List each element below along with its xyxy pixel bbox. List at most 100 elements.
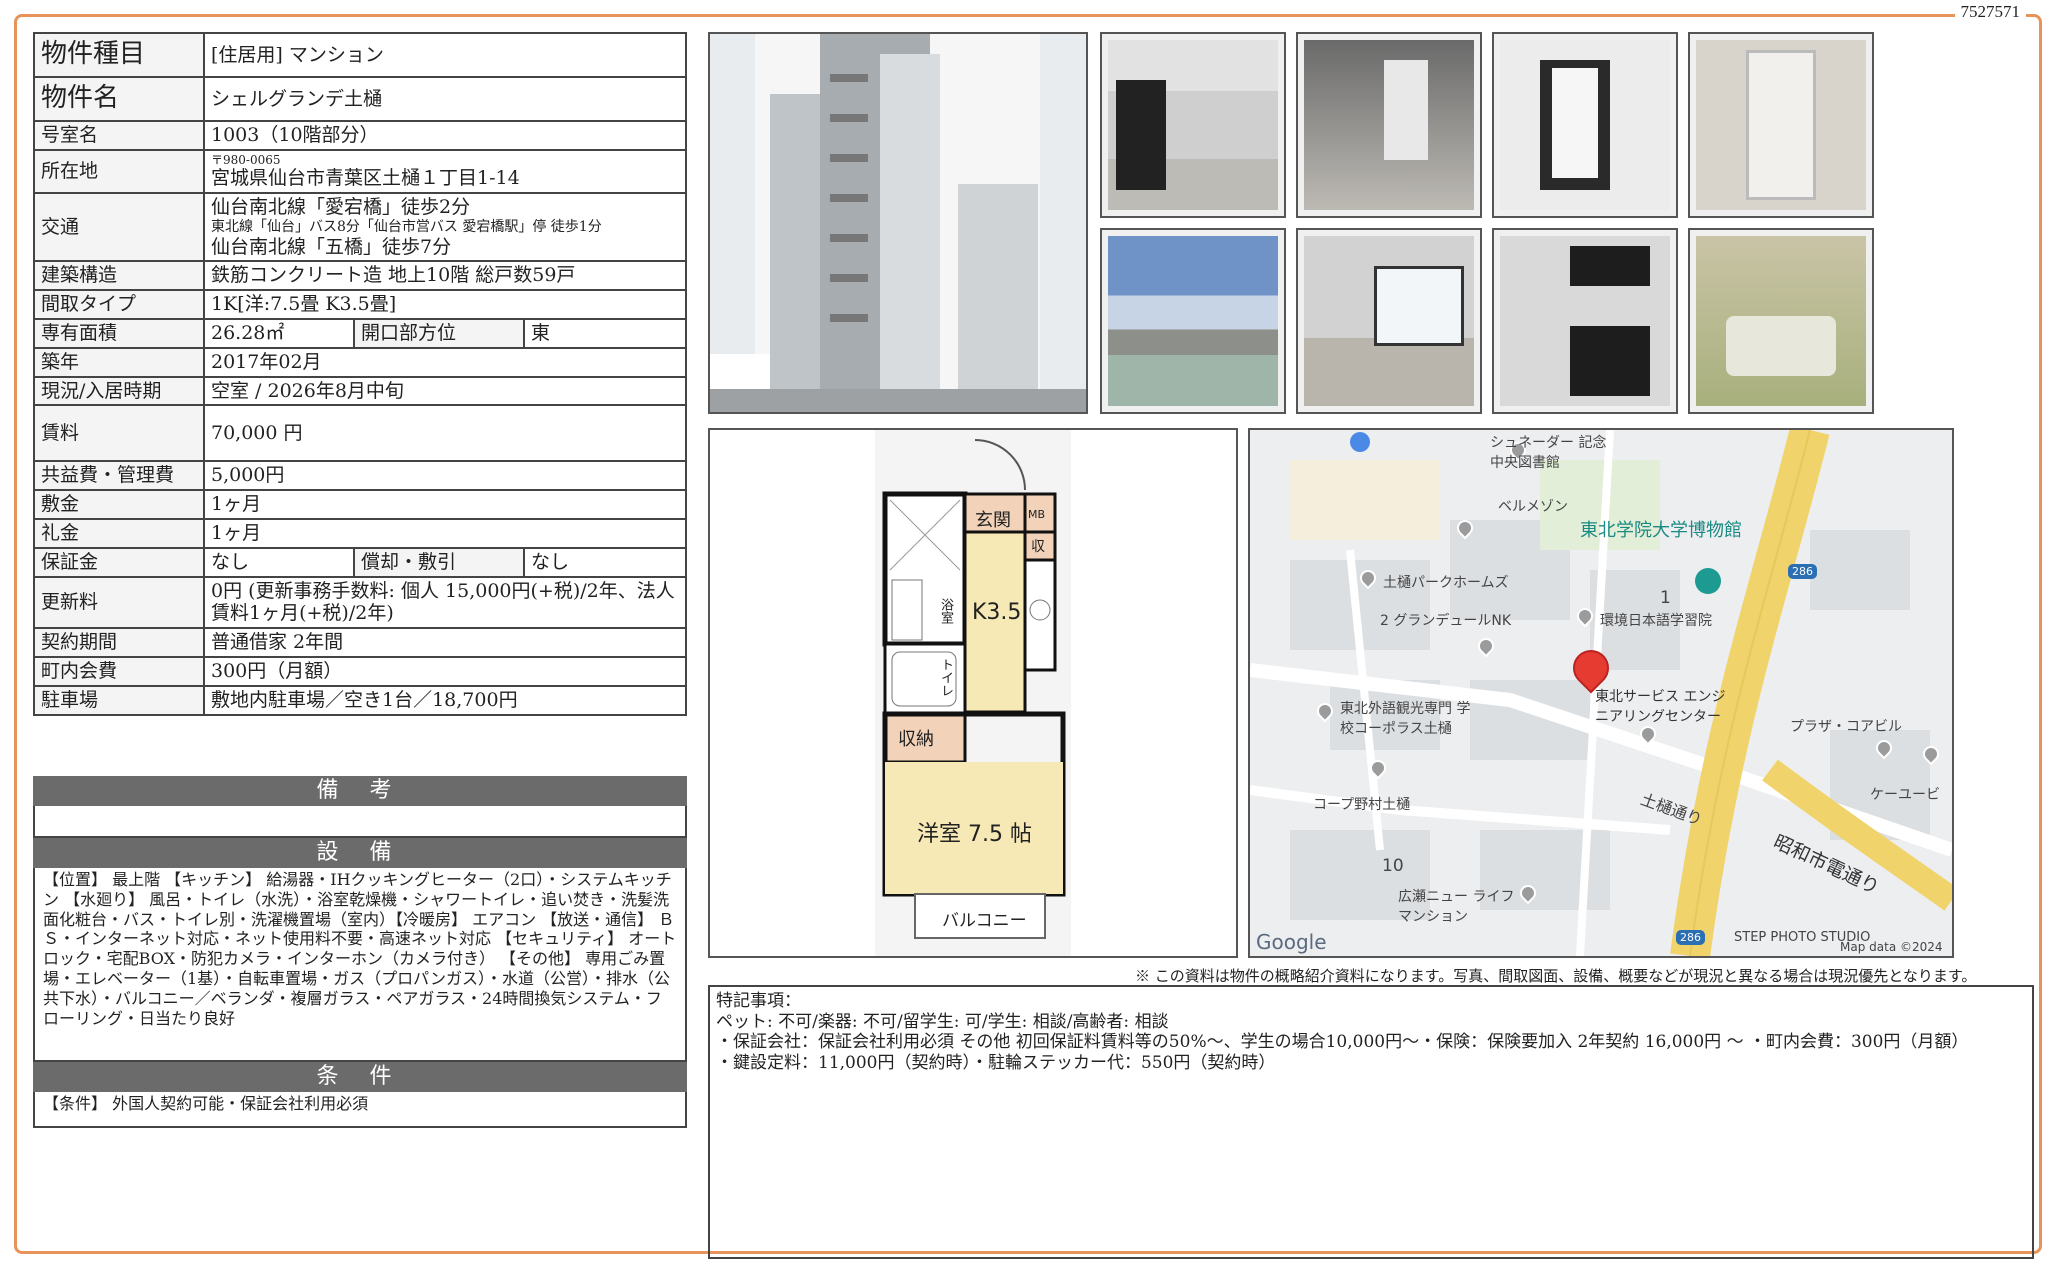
label: 建築構造	[33, 260, 205, 292]
row-structure: 建築構造 鉄筋コンクリート造 地上10階 総戸数59戸	[33, 260, 687, 292]
map[interactable]: シュネーダー 記念中央図書館 ベルメゾン 東北学院大学博物館 土樋パークホームズ…	[1248, 428, 1954, 958]
conditions-header: 条 件	[33, 1062, 687, 1092]
map-label: 1	[1660, 588, 1671, 608]
row-layout: 間取タイプ 1K[洋:7.5畳 K3.5畳]	[33, 289, 687, 320]
access-line: 東北線「仙台」バス8分「仙台市営バス 愛宕橋駅」停 徒歩1分	[211, 218, 602, 235]
map-label: 土樋パークホームズ	[1383, 575, 1509, 591]
access: 仙台南北線「愛宕橋」徒歩2分 東北線「仙台」バス8分「仙台市営バス 愛宕橋駅」停…	[203, 191, 687, 263]
label: 共益費・管理費	[33, 460, 205, 492]
row-renewal: 更新料 0円 (更新事務手数料: 個人 15,000円(+税)/2年、法人 賃料…	[33, 575, 687, 630]
map-label: 環境日本語学習院	[1600, 613, 1712, 629]
row-fee: 共益費・管理費 5,000円	[33, 460, 687, 492]
row-key-money: 礼金 1ヶ月	[33, 517, 687, 549]
floorplan-mb: MB	[1028, 508, 1046, 521]
row-access: 交通 仙台南北線「愛宕橋」徒歩2分 東北線「仙台」バス8分「仙台市営バス 愛宕橋…	[33, 191, 687, 263]
map-label: 広瀬ニュー ライフマンション	[1398, 889, 1515, 925]
value: 2017年02月	[203, 346, 687, 378]
value: 1K[洋:7.5畳 K3.5畳]	[203, 289, 687, 320]
interior-photo-2	[1296, 32, 1482, 218]
conditions-text: 【条件】 外国人契約可能・保証会社利用必須	[33, 1092, 687, 1128]
floorplan-balcony: バルコニー	[942, 911, 1027, 931]
equipment-header: 設 備	[33, 838, 687, 868]
interior-photo-1	[1100, 32, 1286, 218]
row-guarantee: 保証金 なし 償却・敷引 なし	[33, 546, 687, 578]
map-label: Map data ©2024	[1840, 940, 1943, 954]
map-label: 東北学院大学博物館	[1580, 520, 1742, 541]
special-notes: 特記事項： ペット: 不可/楽器: 不可/留学生: 可/学生: 相談/高齢者: …	[708, 985, 2034, 1259]
floorplan-storage-small: 収	[1031, 539, 1045, 555]
row-rent: 賃料 70,000 円	[33, 404, 687, 463]
row-built: 築年 2017年02月	[33, 346, 687, 378]
route-shield-icon: 286	[1676, 930, 1705, 945]
label: 賃料	[33, 404, 205, 463]
row-type: 物件種目 [住居用] マンション	[33, 32, 687, 78]
map-label: コープ野村土樋	[1313, 797, 1411, 813]
value: 鉄筋コンクリート造 地上10階 総戸数59戸	[203, 260, 687, 292]
special-notes-line: ・鍵設定料：11,000円（契約時）・駐輪ステッカー代：550円（契約時）	[716, 1053, 1276, 1074]
value: 空室 / 2026年8月中旬	[203, 375, 687, 407]
value: 1003（10階部分）	[203, 120, 687, 151]
view-photo	[1100, 228, 1286, 414]
access-line: 仙台南北線「五橋」徒歩7分	[211, 235, 452, 258]
special-notes-line: ・保証会社：保証会社利用必須 その他 初回保証料賃料等の50%～、学生の場合10…	[716, 1032, 1969, 1053]
label: 保証金	[33, 546, 205, 578]
label: 償却・敷引	[353, 546, 525, 578]
row-name: 物件名 シェルグランデ土樋	[33, 76, 687, 122]
google-logo: Google	[1256, 930, 1327, 954]
label: 敷金	[33, 489, 205, 520]
floorplan-bath: 浴室	[938, 598, 953, 624]
map-label: ケーユービ	[1870, 787, 1940, 803]
row-room: 号室名 1003（10階部分）	[33, 120, 687, 151]
equipment-text: 【位置】 最上階 【キッチン】 給湯器・IHクッキングヒーター（2口）・システム…	[33, 868, 687, 1062]
label: 駐車場	[33, 684, 205, 716]
row-address: 所在地 〒980-0065 宮城県仙台市青葉区土樋１丁目1-14	[33, 148, 687, 194]
building-photo	[708, 32, 1088, 414]
building-illustration	[710, 34, 1086, 412]
label: 所在地	[33, 148, 205, 194]
label: 礼金	[33, 517, 205, 549]
row-parking: 駐車場 敷地内駐車場／空き1台／18,700円	[33, 684, 687, 716]
rent-value: 70,000 円	[203, 404, 687, 463]
access-line: 仙台南北線「愛宕橋」徒歩2分	[211, 195, 471, 218]
row-town: 町内会費 300円（月額）	[33, 655, 687, 687]
map-poi-icon	[1350, 432, 1370, 452]
map-label: 東北外語観光専門 学校コーポラス土樋	[1340, 701, 1471, 737]
property-info-table: 物件種目 [住居用] マンション 物件名 シェルグランデ土樋 号室名 1003（…	[33, 32, 687, 716]
label: 更新料	[33, 575, 205, 630]
value: 5,000円	[203, 460, 687, 492]
floorplan-closet: 収納	[898, 729, 934, 750]
disclaimer-note: ※ この資料は物件の概略紹介資料になります。写真、間取図面、設備、概要などが現況…	[1135, 967, 1977, 985]
row-contract: 契約期間 普通借家 2年間	[33, 627, 687, 658]
value: 26.28㎡	[203, 317, 355, 349]
label: 号室名	[33, 120, 205, 151]
map-label: シュネーダー 記念中央図書館	[1490, 435, 1607, 471]
row-area: 専有面積 26.28㎡ 開口部方位 東	[33, 317, 687, 349]
label: 物件種目	[33, 32, 205, 78]
postal-code: 〒980-0065	[211, 152, 281, 167]
value: 300円（月額）	[203, 655, 687, 687]
map-label: 10	[1382, 856, 1404, 876]
value: なし	[203, 546, 355, 578]
floorplan-kitchen: K3.5	[972, 600, 1022, 625]
value: なし	[523, 546, 687, 578]
value: [住居用] マンション	[203, 32, 687, 78]
value: 1ヶ月	[203, 489, 687, 520]
interior-photo-3	[1492, 32, 1678, 218]
label: 交通	[33, 191, 205, 263]
map-label: 2 グランデュールNK	[1380, 613, 1512, 629]
map-label: プラザ・コアビル	[1790, 719, 1902, 735]
property-name: シェルグランデ土樋	[203, 76, 687, 122]
special-notes-line: ペット: 不可/楽器: 不可/留学生: 可/学生: 相談/高齢者: 相談	[716, 1011, 1169, 1032]
label: 専有面積	[33, 317, 205, 349]
value: 普通借家 2年間	[203, 627, 687, 658]
map-label: 東北サービス エンジニアリングセンター	[1595, 689, 1726, 725]
interior-photo-5	[1296, 228, 1482, 414]
interior-photo-4	[1688, 32, 1874, 218]
label: 契約期間	[33, 627, 205, 658]
value: 東	[523, 317, 687, 349]
label: 間取タイプ	[33, 289, 205, 320]
value: 敷地内駐車場／空き1台／18,700円	[203, 684, 687, 716]
floorplan-room: 洋室 7.5 帖	[917, 822, 1032, 847]
label: 物件名	[33, 76, 205, 122]
label: 現況/入居時期	[33, 375, 205, 407]
